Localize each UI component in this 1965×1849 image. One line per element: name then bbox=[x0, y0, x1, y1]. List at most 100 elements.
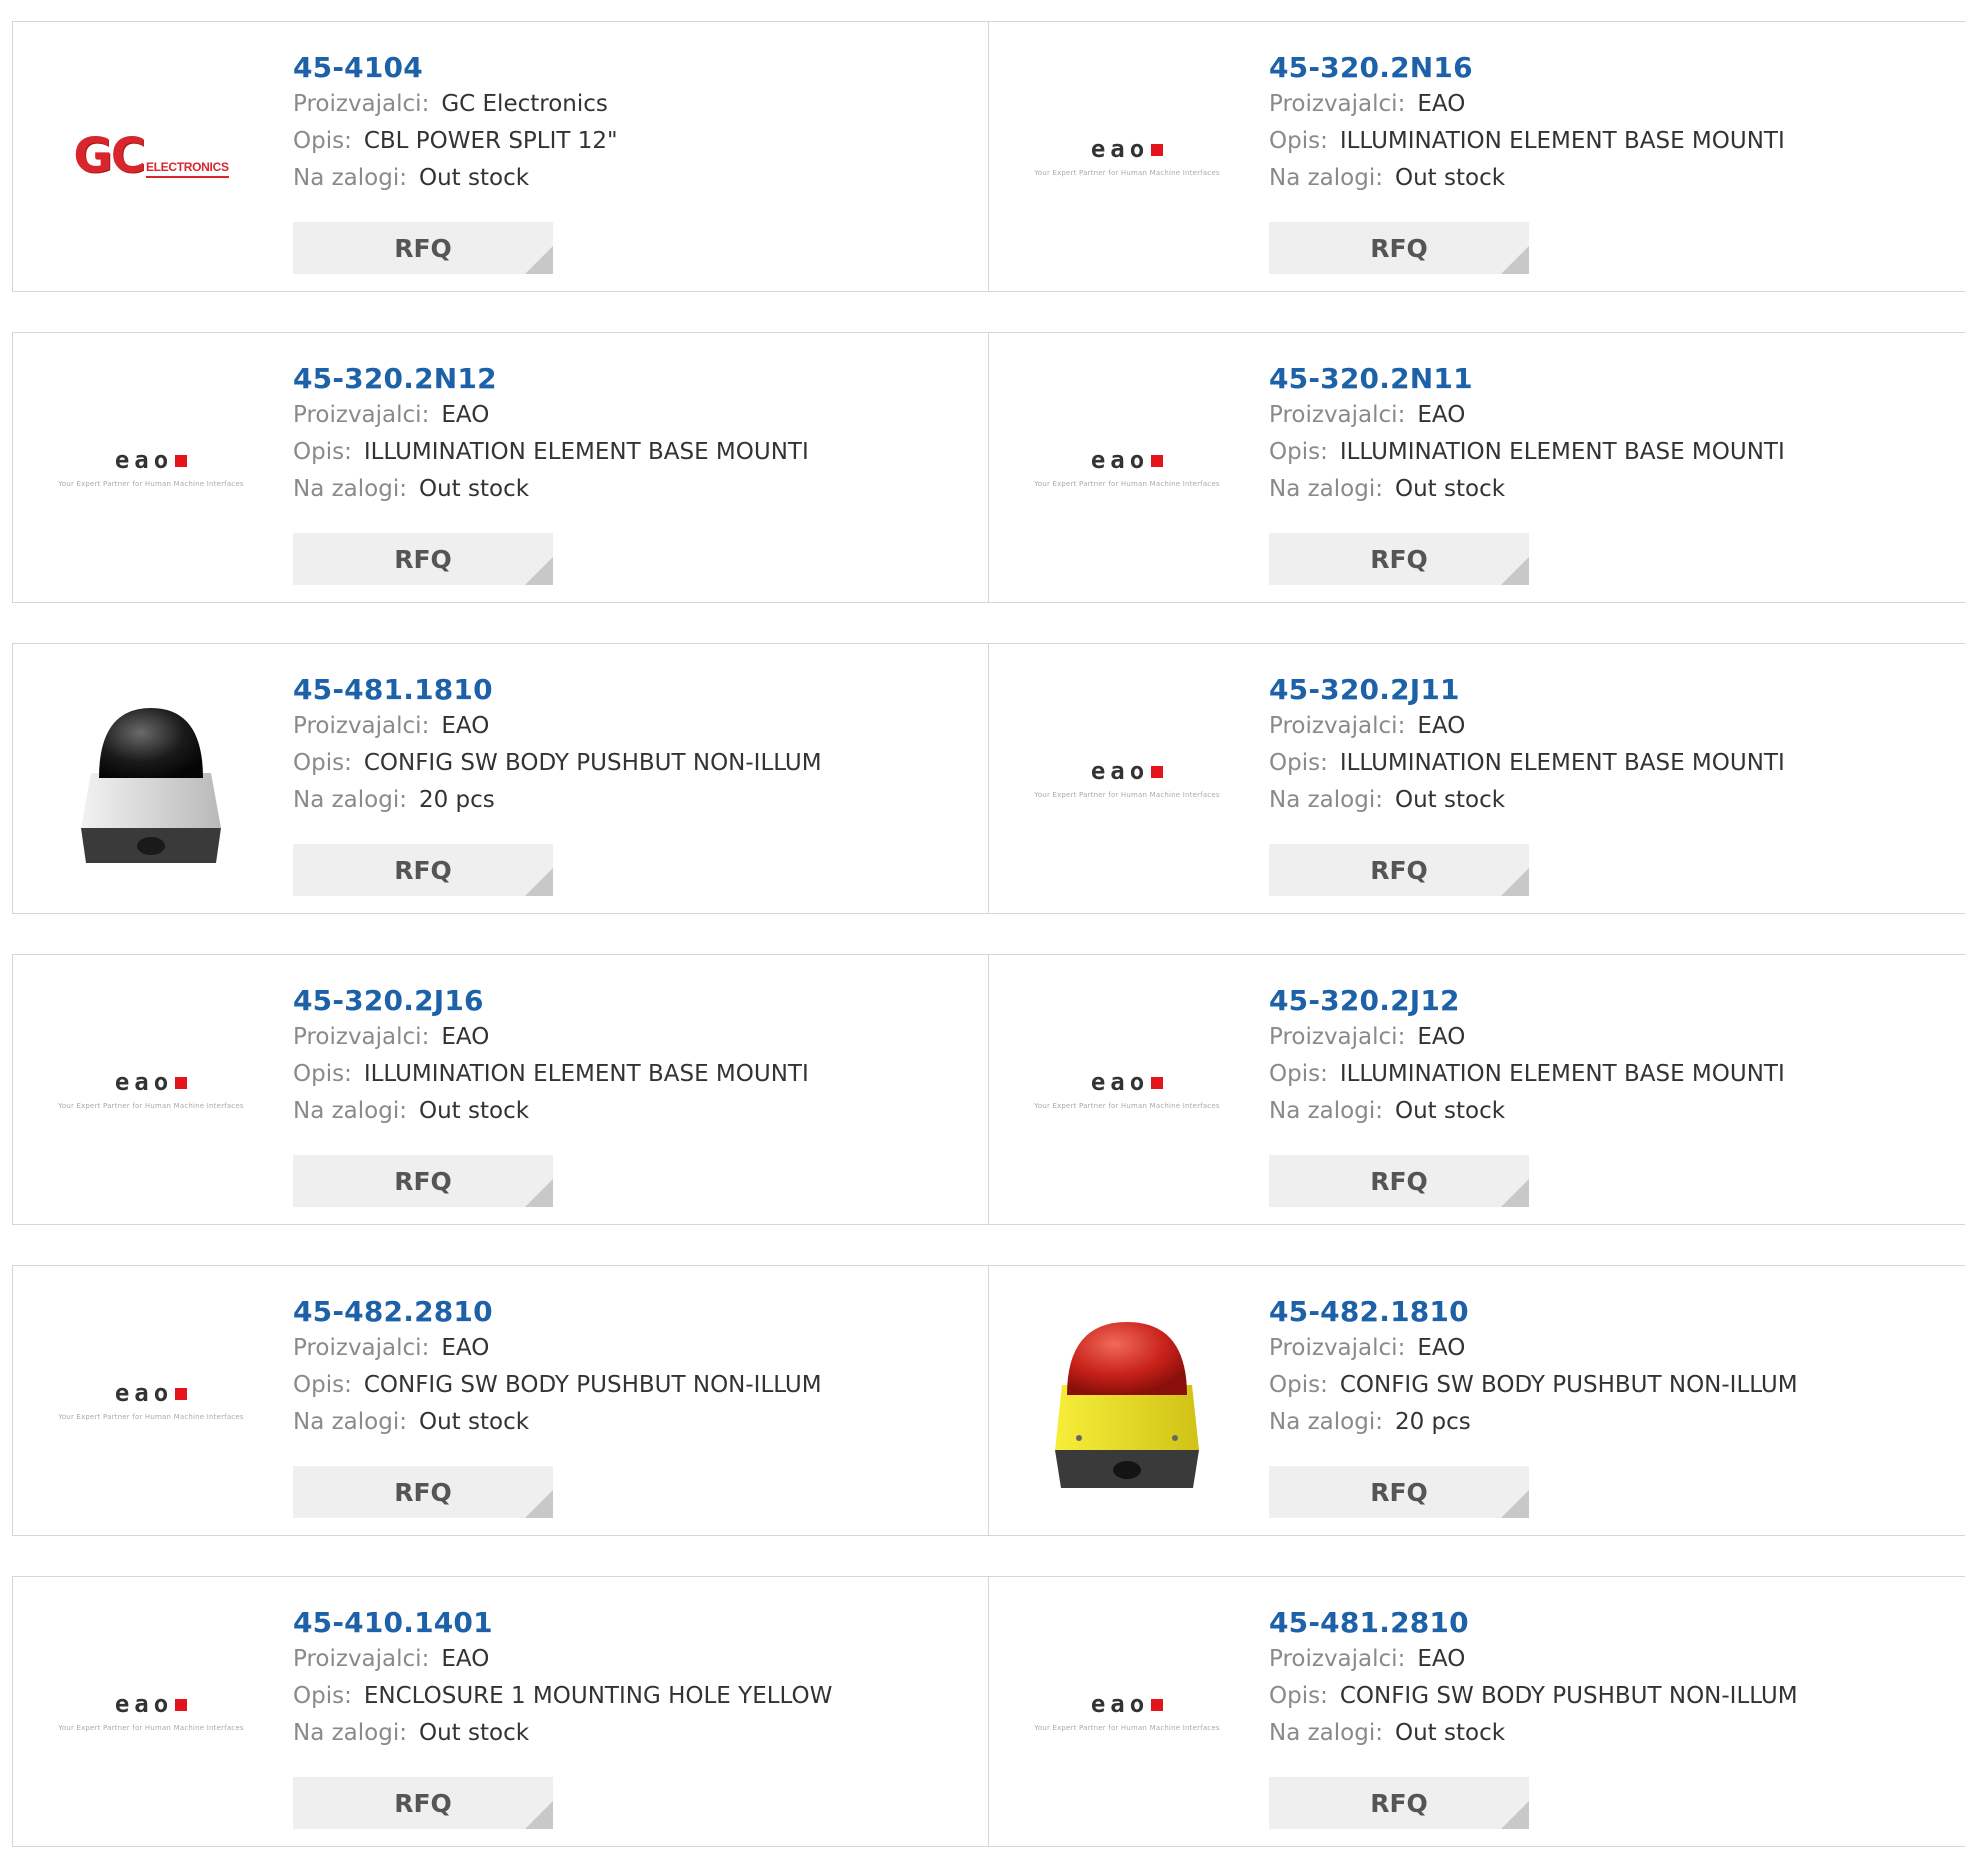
manufacturer-value: GC Electronics bbox=[441, 91, 608, 117]
part-number-link[interactable]: 45-320.2J16 bbox=[293, 983, 809, 1019]
product-card: eao Your Expert Partner for Human Machin… bbox=[12, 332, 989, 603]
part-number-link[interactable]: 45-410.1401 bbox=[293, 1605, 832, 1641]
rfq-button-label: RFQ bbox=[394, 1166, 452, 1196]
product-info: 45-4104 Proizvajalci: GC Electronics Opis… bbox=[293, 50, 618, 197]
rfq-button-label: RFQ bbox=[1370, 544, 1428, 574]
product-card: eao Your Expert Partner for Human Machin… bbox=[988, 1576, 1965, 1847]
manufacturer-label: Proizvajalci: bbox=[1269, 713, 1406, 739]
manufacturer-row: Proizvajalci: EAO bbox=[1269, 1330, 1798, 1367]
rfq-corner-decoration bbox=[525, 1801, 553, 1829]
eao-logo-word: eao bbox=[1090, 446, 1150, 474]
description-label: Opis: bbox=[293, 1061, 352, 1087]
rfq-corner-decoration bbox=[1501, 1490, 1529, 1518]
stock-value: 20 pcs bbox=[418, 787, 495, 813]
rfq-button[interactable]: RFQ bbox=[293, 844, 553, 896]
stock-label: Na zalogi: bbox=[293, 1409, 407, 1435]
eao-logo-word: eao bbox=[114, 446, 174, 474]
rfq-button[interactable]: RFQ bbox=[293, 1155, 553, 1207]
rfq-corner-decoration bbox=[525, 868, 553, 896]
rfq-button[interactable]: RFQ bbox=[1269, 844, 1529, 896]
eao-logo-tagline: Your Expert Partner for Human Machine In… bbox=[1034, 791, 1220, 799]
description-value: ENCLOSURE 1 MOUNTING HOLE YELLOW bbox=[363, 1683, 833, 1709]
description-label: Opis: bbox=[1269, 128, 1328, 154]
stock-label: Na zalogi: bbox=[293, 1720, 407, 1746]
stock-row: Na zalogi: 20 pcs bbox=[293, 782, 822, 819]
manufacturer-label: Proizvajalci: bbox=[1269, 1646, 1406, 1672]
manufacturer-value: EAO bbox=[441, 1646, 490, 1672]
part-number-link[interactable]: 45-481.2810 bbox=[1269, 1605, 1798, 1641]
rfq-corner-decoration bbox=[1501, 1179, 1529, 1207]
rfq-button[interactable]: RFQ bbox=[293, 222, 553, 274]
part-number-link[interactable]: 45-4104 bbox=[293, 50, 618, 86]
description-value: CONFIG SW BODY PUSHBUT NON-ILLUM bbox=[363, 1372, 822, 1398]
part-number-link[interactable]: 45-320.2N11 bbox=[1269, 361, 1785, 397]
eao-logo-square bbox=[1151, 766, 1164, 778]
part-number-link[interactable]: 45-482.2810 bbox=[293, 1294, 822, 1330]
eao-logo: eao Your Expert Partner for Human Machin… bbox=[1029, 135, 1225, 177]
description-label: Opis: bbox=[293, 439, 352, 465]
eao-logo-tagline: Your Expert Partner for Human Machine In… bbox=[58, 480, 244, 488]
product-info: 45-320.2J12 Proizvajalci: EAO Opis: ILLUMI… bbox=[1269, 983, 1785, 1130]
manufacturer-label: Proizvajalci: bbox=[293, 1335, 430, 1361]
description-row: Opis: ILLUMINATION ELEMENT BASE MOUNTI bbox=[1269, 434, 1785, 471]
rfq-button[interactable]: RFQ bbox=[1269, 222, 1529, 274]
part-number-link[interactable]: 45-320.2J11 bbox=[1269, 672, 1785, 708]
part-number-link[interactable]: 45-320.2J12 bbox=[1269, 983, 1785, 1019]
gc-logo-letters: GC bbox=[73, 128, 146, 184]
description-value: CONFIG SW BODY PUSHBUT NON-ILLUM bbox=[1339, 1372, 1798, 1398]
description-row: Opis: ILLUMINATION ELEMENT BASE MOUNTI bbox=[1269, 1056, 1785, 1093]
stock-label: Na zalogi: bbox=[293, 165, 407, 191]
stock-value: 20 pcs bbox=[1394, 1409, 1471, 1435]
stock-row: Na zalogi: Out stock bbox=[293, 1404, 822, 1441]
product-info: 45-481.1810 Proizvajalci: EAO Opis: CONFIG… bbox=[293, 672, 822, 819]
part-number-link[interactable]: 45-320.2N12 bbox=[293, 361, 809, 397]
part-number-link[interactable]: 45-482.1810 bbox=[1269, 1294, 1798, 1330]
stock-row: Na zalogi: Out stock bbox=[293, 471, 809, 508]
eao-logo: eao Your Expert Partner for Human Machin… bbox=[53, 1068, 249, 1110]
stock-row: Na zalogi: Out stock bbox=[293, 1093, 809, 1130]
stock-label: Na zalogi: bbox=[1269, 1098, 1383, 1124]
rfq-corner-decoration bbox=[1501, 868, 1529, 896]
product-row: eao Your Expert Partner for Human Machin… bbox=[12, 1576, 1965, 1849]
product-image: eao Your Expert Partner for Human Machin… bbox=[1027, 678, 1227, 878]
gc-logo-subtext: ELECTRONICS bbox=[145, 160, 229, 178]
product-row: eao Your Expert Partner for Human Machin… bbox=[12, 954, 1965, 1227]
black-pushbutton-image bbox=[81, 708, 221, 863]
eao-logo-tagline: Your Expert Partner for Human Machine In… bbox=[58, 1102, 244, 1110]
description-value: CONFIG SW BODY PUSHBUT NON-ILLUM bbox=[363, 750, 822, 776]
manufacturer-label: Proizvajalci: bbox=[1269, 1024, 1406, 1050]
rfq-button[interactable]: RFQ bbox=[293, 1777, 553, 1829]
stock-value: Out stock bbox=[1394, 476, 1506, 502]
manufacturer-row: Proizvajalci: EAO bbox=[1269, 397, 1785, 434]
rfq-button-label: RFQ bbox=[1370, 1166, 1428, 1196]
eao-logo-square bbox=[1151, 144, 1164, 156]
rfq-corner-decoration bbox=[525, 246, 553, 274]
manufacturer-label: Proizvajalci: bbox=[293, 402, 430, 428]
eao-logo: eao Your Expert Partner for Human Machin… bbox=[1029, 757, 1225, 799]
product-row: eao Your Expert Partner for Human Machin… bbox=[12, 1265, 1965, 1538]
product-card: eao Your Expert Partner for Human Machin… bbox=[12, 1576, 989, 1847]
eao-logo-word: eao bbox=[114, 1379, 174, 1407]
stock-value: Out stock bbox=[1394, 165, 1506, 191]
stock-row: Na zalogi: Out stock bbox=[1269, 782, 1785, 819]
rfq-button[interactable]: RFQ bbox=[1269, 533, 1529, 585]
product-card: 45-481.1810 Proizvajalci: EAO Opis: CONFIG… bbox=[12, 643, 989, 914]
manufacturer-row: Proizvajalci: EAO bbox=[293, 1330, 822, 1367]
rfq-button[interactable]: RFQ bbox=[293, 1466, 553, 1518]
eao-logo-square bbox=[175, 1077, 188, 1089]
product-card: 45-482.1810 Proizvajalci: EAO Opis: CONFIG… bbox=[988, 1265, 1965, 1536]
eao-logo-tagline: Your Expert Partner for Human Machine In… bbox=[1034, 1724, 1220, 1732]
eao-logo: eao Your Expert Partner for Human Machin… bbox=[1029, 1068, 1225, 1110]
rfq-button[interactable]: RFQ bbox=[1269, 1466, 1529, 1518]
eao-logo-word: eao bbox=[1090, 757, 1150, 785]
rfq-button[interactable]: RFQ bbox=[293, 533, 553, 585]
eao-logo-square bbox=[175, 1388, 188, 1400]
stock-value: Out stock bbox=[1394, 1098, 1506, 1124]
manufacturer-value: EAO bbox=[1417, 1646, 1466, 1672]
part-number-link[interactable]: 45-320.2N16 bbox=[1269, 50, 1785, 86]
eao-logo-word: eao bbox=[1090, 1690, 1150, 1718]
rfq-button[interactable]: RFQ bbox=[1269, 1155, 1529, 1207]
rfq-button[interactable]: RFQ bbox=[1269, 1777, 1529, 1829]
part-number-link[interactable]: 45-481.1810 bbox=[293, 672, 822, 708]
product-card: eao Your Expert Partner for Human Machin… bbox=[988, 332, 1965, 603]
